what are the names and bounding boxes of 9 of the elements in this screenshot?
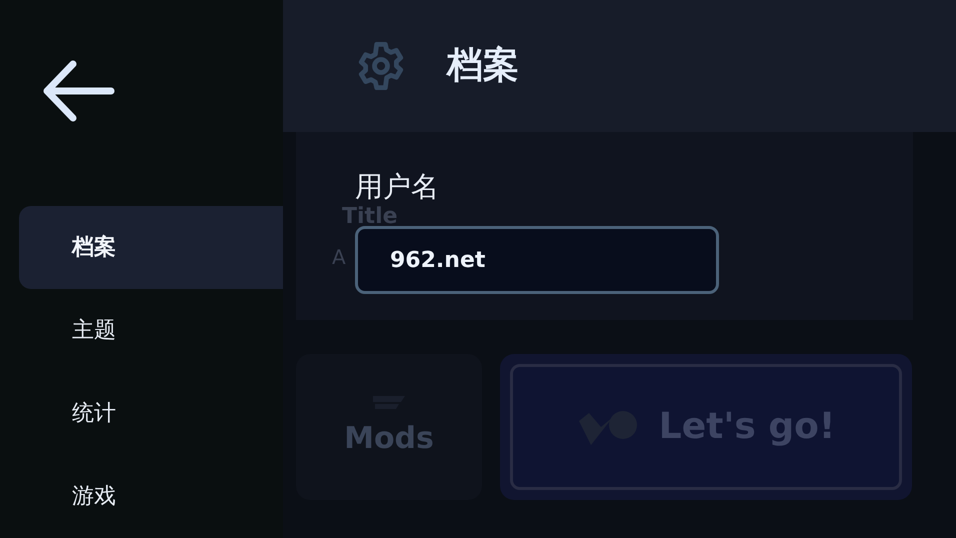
sidebar-item[interactable]: 主题: [19, 289, 283, 372]
sidebar-item[interactable]: 统计: [19, 372, 283, 455]
mods-label: Mods: [344, 420, 434, 458]
username-field[interactable]: 962.net: [355, 226, 719, 294]
sidebar-item[interactable]: 游戏: [19, 455, 283, 538]
username-label: 用户名: [355, 170, 439, 204]
page-title: 档案: [447, 44, 519, 88]
back-arrow-icon[interactable]: [43, 60, 115, 122]
sidebar-item[interactable]: 档案: [19, 206, 283, 289]
